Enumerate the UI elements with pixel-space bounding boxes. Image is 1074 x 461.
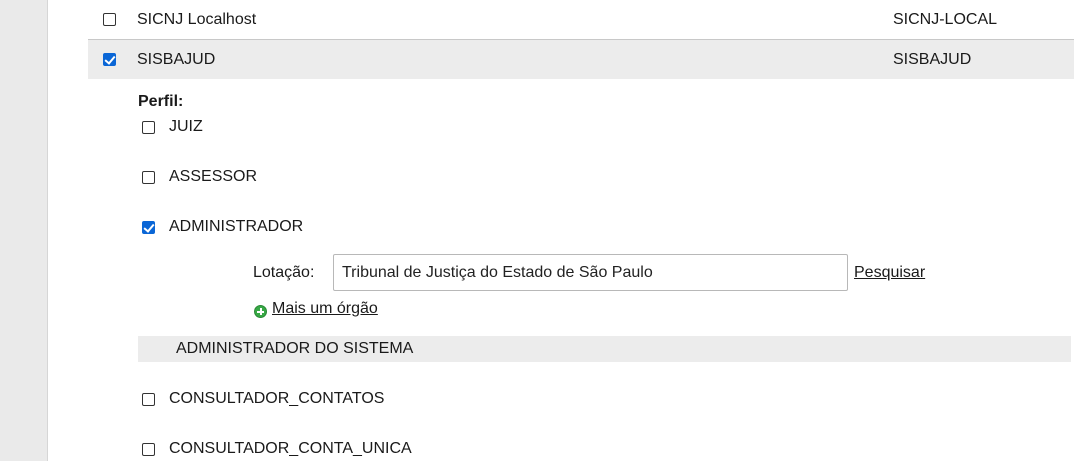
group-header-label: ADMINISTRADOR DO SISTEMA [176, 340, 414, 357]
role-checkbox-administrador[interactable] [142, 221, 155, 234]
system-row-sicnj: SICNJ Localhost SICNJ-LOCAL [88, 0, 1074, 40]
system-code: SICNJ-LOCAL [893, 11, 998, 28]
perfil-label: Perfil: [138, 93, 184, 110]
system-checkbox-sisbajud[interactable] [103, 53, 116, 66]
role-checkbox-consultador-conta-unica[interactable] [142, 443, 155, 456]
role-checkbox-assessor[interactable] [142, 171, 155, 184]
mais-um-orgao-link[interactable]: Mais um órgão [272, 300, 378, 318]
pesquisar-link[interactable]: Pesquisar [854, 264, 925, 282]
system-name: SISBAJUD [137, 51, 216, 68]
system-code: SISBAJUD [893, 51, 972, 68]
role-label: CONSULTADOR_CONTA_UNICA [169, 440, 412, 457]
role-label: ADMINISTRADOR [169, 218, 304, 235]
lotacao-label: Lotação: [253, 264, 315, 281]
system-row-sisbajud: SISBAJUD SISBAJUD [88, 40, 1074, 79]
group-header: ADMINISTRADOR DO SISTEMA [138, 336, 1071, 362]
role-label: CONSULTADOR_CONTATOS [169, 390, 385, 407]
add-circle-icon[interactable] [254, 305, 267, 318]
role-checkbox-consultador-contatos[interactable] [142, 393, 155, 406]
role-label: JUIZ [169, 118, 203, 135]
system-name: SICNJ Localhost [137, 11, 257, 28]
left-gutter [0, 0, 47, 461]
lotacao-input[interactable]: Tribunal de Justiça do Estado de São Pau… [333, 254, 848, 291]
system-checkbox-sicnj[interactable] [103, 13, 116, 26]
role-checkbox-juiz[interactable] [142, 121, 155, 134]
gutter-divider [47, 0, 48, 461]
role-label: ASSESSOR [169, 168, 258, 185]
